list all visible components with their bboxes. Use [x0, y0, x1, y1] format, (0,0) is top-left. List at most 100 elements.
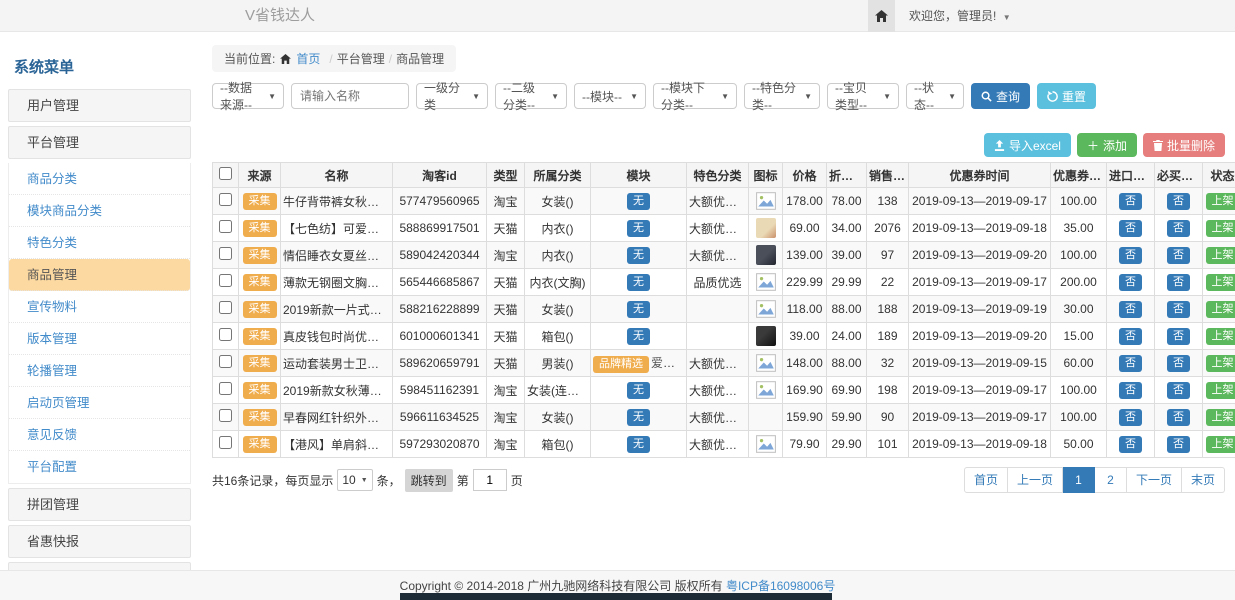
module-badge[interactable]: 无: [627, 247, 650, 264]
import-toggle-badge[interactable]: 否: [1119, 355, 1142, 372]
sidebar-item-商品分类[interactable]: 商品分类: [9, 163, 190, 195]
add-button[interactable]: ＋ 添加: [1077, 133, 1137, 157]
sidebar-group-省惠快报[interactable]: 省惠快报: [8, 525, 191, 558]
import-toggle-badge[interactable]: 否: [1119, 220, 1142, 237]
select-all-checkbox[interactable]: [219, 167, 232, 180]
import-excel-button[interactable]: 导入excel: [984, 133, 1071, 157]
sidebar-group-平台管理[interactable]: 平台管理: [8, 126, 191, 159]
status-badge[interactable]: 上架: [1206, 220, 1235, 237]
module-badge[interactable]: 无: [627, 409, 650, 426]
must-buy-toggle-badge[interactable]: 否: [1167, 301, 1190, 318]
module-badge[interactable]: 无: [627, 274, 650, 291]
import-toggle-badge[interactable]: 否: [1119, 409, 1142, 426]
reset-button[interactable]: 重置: [1037, 83, 1096, 109]
row-checkbox[interactable]: [219, 301, 232, 314]
import-toggle-badge[interactable]: 否: [1119, 301, 1142, 318]
table-row: 采集情侣睡衣女夏丝绸男士...589042420344淘宝内衣()无大额优惠券1…: [213, 242, 1235, 269]
filter-select-模块[interactable]: --模块--▼: [574, 83, 646, 109]
module-badge[interactable]: 无: [627, 301, 650, 318]
sidebar-item-意见反馈[interactable]: 意见反馈: [9, 419, 190, 451]
must-buy-toggle-badge[interactable]: 否: [1167, 409, 1190, 426]
sidebar-item-模块商品分类[interactable]: 模块商品分类: [9, 195, 190, 227]
status-badge[interactable]: 上架: [1206, 355, 1235, 372]
row-checkbox[interactable]: [219, 247, 232, 260]
import-toggle-badge[interactable]: 否: [1119, 274, 1142, 291]
per-page-select[interactable]: 10 ▼: [337, 469, 372, 491]
filter-select-特色分类[interactable]: --特色分类--▼: [744, 83, 820, 109]
row-checkbox[interactable]: [219, 193, 232, 206]
must-buy-toggle-badge[interactable]: 否: [1167, 328, 1190, 345]
jump-to-button[interactable]: 跳转到: [405, 469, 453, 492]
import-toggle-badge[interactable]: 否: [1119, 436, 1142, 453]
status-badge[interactable]: 上架: [1206, 409, 1235, 426]
pager-2[interactable]: 2: [1095, 467, 1127, 493]
breadcrumb-home-link[interactable]: 首页: [296, 50, 320, 67]
sidebar-item-宣传物料[interactable]: 宣传物料: [9, 291, 190, 323]
sidebar-item-版本管理[interactable]: 版本管理: [9, 323, 190, 355]
home-icon[interactable]: [868, 0, 895, 32]
must-buy-toggle-badge[interactable]: 否: [1167, 220, 1190, 237]
must-buy-toggle-badge[interactable]: 否: [1167, 274, 1190, 291]
column-header-checkbox: [213, 163, 239, 188]
cell-source: 采集: [239, 188, 281, 215]
user-menu[interactable]: 欢迎您，管理员! ▼: [909, 0, 1011, 32]
sidebar-group-用户管理[interactable]: 用户管理: [8, 89, 191, 122]
module-badge[interactable]: 无: [627, 220, 650, 237]
status-badge[interactable]: 上架: [1206, 382, 1235, 399]
row-checkbox[interactable]: [219, 382, 232, 395]
name-search-input[interactable]: [291, 83, 409, 109]
page-number-input[interactable]: [473, 469, 507, 491]
icp-link[interactable]: 粤ICP备16098006号: [726, 579, 835, 593]
status-badge[interactable]: 上架: [1206, 328, 1235, 345]
status-badge[interactable]: 上架: [1206, 436, 1235, 453]
must-buy-toggle-badge[interactable]: 否: [1167, 436, 1190, 453]
import-toggle-badge[interactable]: 否: [1119, 193, 1142, 210]
pager-1[interactable]: 1: [1063, 467, 1095, 493]
module-badge[interactable]: 无: [627, 436, 650, 453]
filter-select-一级分类[interactable]: 一级分类▼: [416, 83, 488, 109]
batch-delete-button[interactable]: 批量删除: [1143, 133, 1225, 157]
cell-import-select: 否: [1107, 323, 1155, 350]
import-toggle-badge[interactable]: 否: [1119, 382, 1142, 399]
pager-首页[interactable]: 首页: [964, 467, 1008, 493]
cell-category: 女装(): [525, 296, 591, 323]
must-buy-toggle-badge[interactable]: 否: [1167, 247, 1190, 264]
must-buy-toggle-badge[interactable]: 否: [1167, 382, 1190, 399]
row-checkbox[interactable]: [219, 436, 232, 449]
row-checkbox[interactable]: [219, 409, 232, 422]
row-checkbox[interactable]: [219, 274, 232, 287]
sidebar-item-平台配置[interactable]: 平台配置: [9, 451, 190, 483]
pager-下一页[interactable]: 下一页: [1127, 467, 1182, 493]
row-checkbox[interactable]: [219, 355, 232, 368]
cell-type: 淘宝: [487, 188, 525, 215]
module-badge[interactable]: 品牌精选: [593, 356, 649, 373]
status-badge[interactable]: 上架: [1206, 247, 1235, 264]
pager-上一页[interactable]: 上一页: [1008, 467, 1063, 493]
row-checkbox[interactable]: [219, 328, 232, 341]
cell-taoke-id: 565446685867: [393, 269, 487, 296]
sidebar-item-轮播管理[interactable]: 轮播管理: [9, 355, 190, 387]
module-badge[interactable]: 无: [627, 328, 650, 345]
filter-select-模块下分类[interactable]: --模块下分类--▼: [653, 83, 737, 109]
cell-module: 无: [591, 296, 687, 323]
status-badge[interactable]: 上架: [1206, 274, 1235, 291]
must-buy-toggle-badge[interactable]: 否: [1167, 355, 1190, 372]
filter-select-状态[interactable]: --状态--▼: [906, 83, 964, 109]
module-badge[interactable]: 无: [627, 193, 650, 210]
must-buy-toggle-badge[interactable]: 否: [1167, 193, 1190, 210]
sidebar-item-特色分类[interactable]: 特色分类: [9, 227, 190, 259]
import-toggle-badge[interactable]: 否: [1119, 247, 1142, 264]
sidebar-item-商品管理[interactable]: 商品管理: [9, 259, 190, 291]
import-toggle-badge[interactable]: 否: [1119, 328, 1142, 345]
search-button[interactable]: 查询: [971, 83, 1030, 109]
sidebar-item-启动页管理[interactable]: 启动页管理: [9, 387, 190, 419]
status-badge[interactable]: 上架: [1206, 301, 1235, 318]
filter-select-宝贝类型[interactable]: --宝贝类型--▼: [827, 83, 899, 109]
module-badge[interactable]: 无: [627, 382, 650, 399]
status-badge[interactable]: 上架: [1206, 193, 1235, 210]
filter-select-数据来源[interactable]: --数据来源--▼: [212, 83, 284, 109]
filter-select-二级分类[interactable]: --二级分类--▼: [495, 83, 567, 109]
sidebar-group-拼团管理[interactable]: 拼团管理: [8, 488, 191, 521]
row-checkbox[interactable]: [219, 220, 232, 233]
pager-末页[interactable]: 末页: [1182, 467, 1225, 493]
